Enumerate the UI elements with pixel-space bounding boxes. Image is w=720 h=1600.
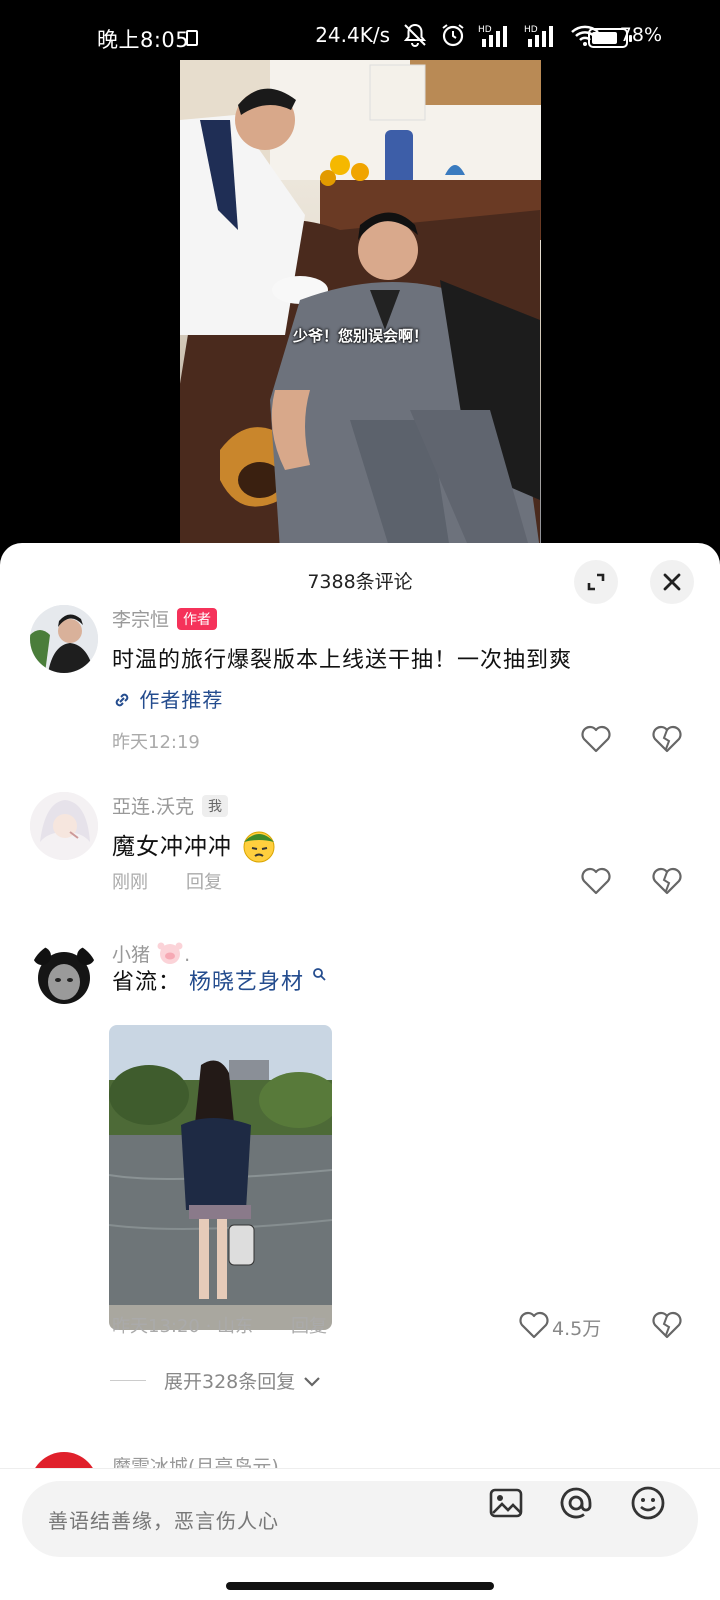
svg-text:HD: HD [524, 25, 538, 35]
avatar-author-illustration [30, 605, 98, 673]
video-caption: 少爷！您别误会啊！ [292, 327, 428, 345]
search-icon [313, 968, 326, 981]
dislike-icon[interactable] [651, 724, 683, 754]
avatar[interactable] [30, 792, 98, 860]
like-icon[interactable] [580, 724, 612, 754]
comment-username[interactable]: 李宗恒 作者 [112, 605, 218, 632]
mention-icon[interactable] [558, 1485, 594, 1521]
like-count: 4.5万 [552, 1318, 602, 1340]
comment-text: 时温的旅行爆裂版本上线送干抽！一次抽到爽 [112, 648, 573, 673]
chevron-down-icon [304, 1376, 321, 1387]
alarm-icon [442, 24, 464, 47]
author-tag: 作者 [177, 608, 218, 630]
comment-input[interactable]: 善语结善缘，恶言伤人心 [22, 1481, 698, 1557]
comment-sheet: 7388条评论 [0, 543, 720, 1600]
comment-text: 省流： 杨晓艺身材 [112, 964, 326, 996]
signal-2-icon: HD [524, 25, 553, 47]
video-player[interactable]: 少爷！您别误会啊！ [0, 60, 720, 550]
comment-time: 昨天13:20 · 山东 回复 [112, 1316, 328, 1337]
mute-bell-icon [403, 23, 427, 47]
emoji-picker-icon[interactable] [630, 1485, 666, 1521]
battery-percent: 78% [619, 24, 662, 46]
avatar[interactable] [30, 605, 98, 673]
divider-line [110, 1380, 146, 1381]
like-icon[interactable] [518, 1310, 550, 1340]
battery-fill [592, 32, 617, 44]
status-icons: 24.4K/s HD HD [315, 22, 600, 48]
status-time: 晚上8:05 [97, 28, 190, 52]
video-frame: 少爷！您别误会啊！ [180, 60, 541, 550]
home-indicator[interactable] [226, 1582, 494, 1590]
avatar-meme-illustration [30, 942, 98, 1010]
network-speed: 24.4K/s [315, 23, 390, 47]
comment-username[interactable]: 亞连.沃克我 [112, 792, 229, 819]
comment-username[interactable]: 魔雪冰城(月亮岛元) [112, 1452, 279, 1468]
image-icon[interactable] [488, 1485, 524, 1521]
comment-username[interactable]: 小猪 . [112, 940, 190, 967]
photo-lake-girl-illustration [109, 1025, 332, 1330]
avatar-anime-illustration [30, 792, 98, 860]
link-icon [115, 693, 129, 707]
signal-icon: HD [478, 25, 507, 47]
dislike-icon[interactable] [651, 1310, 683, 1340]
expand-icon [587, 573, 605, 591]
sim-icon [186, 30, 198, 46]
close-button[interactable] [650, 560, 694, 604]
search-keyword-link[interactable]: 杨晓艺身材 [189, 970, 304, 995]
close-icon [663, 573, 681, 591]
like-icon[interactable] [580, 866, 612, 896]
svg-text:HD: HD [478, 25, 492, 35]
avatar[interactable] [30, 942, 98, 1010]
author-recommend-link[interactable]: 作者推荐 [112, 684, 223, 713]
comment-image[interactable] [109, 1025, 332, 1330]
emoji-icon [243, 831, 275, 863]
pig-face-icon [157, 942, 183, 964]
expand-replies-label: 展开328条回复 [164, 1371, 296, 1393]
comment-time: 昨天12:19 [112, 732, 200, 753]
video-scene-illustration [180, 60, 541, 550]
expand-button[interactable] [574, 560, 618, 604]
comment-input-placeholder: 善语结善缘，恶言伤人心 [48, 1509, 279, 1533]
comment-text: 魔女冲冲冲 [112, 826, 278, 864]
expand-replies-button[interactable]: 展开328条回复 [110, 1367, 323, 1394]
reply-button[interactable]: 回复 [291, 1316, 327, 1337]
dislike-icon[interactable] [651, 866, 683, 896]
comment-time: 刚刚 回复 [112, 872, 222, 893]
me-tag: 我 [202, 795, 229, 817]
comment-input-bar: 善语结善缘，恶言伤人心 [0, 1468, 720, 1600]
status-bar: 晚上8:05 24.4K/s HD HD 78% [0, 0, 720, 60]
reply-button[interactable]: 回复 [186, 872, 222, 893]
